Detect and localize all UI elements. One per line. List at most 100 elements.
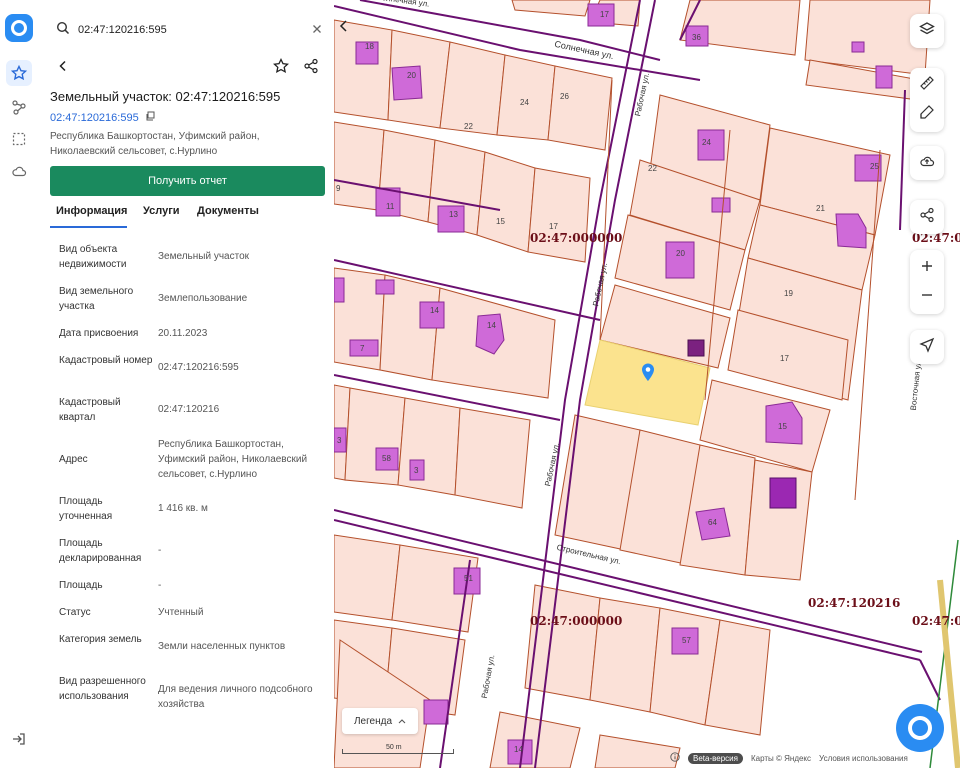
quarter-label: 02:47:0 xyxy=(912,614,960,628)
left-rail xyxy=(0,0,39,768)
property-key: Площадь xyxy=(59,580,103,591)
lot-number: 17 xyxy=(600,10,609,19)
ruler-icon[interactable] xyxy=(919,75,935,96)
upload-button[interactable] xyxy=(910,146,944,180)
lot-number: 36 xyxy=(692,33,701,42)
lot-number: 25 xyxy=(870,162,879,171)
zoom-in-icon[interactable] xyxy=(920,257,934,278)
copy-icon[interactable] xyxy=(145,111,155,124)
lot-number: 14 xyxy=(430,306,439,315)
chat-assistant-button[interactable] xyxy=(896,704,944,752)
my-location-button[interactable] xyxy=(910,330,944,364)
property-value: Для ведения личного подсобного хозяйства xyxy=(158,684,313,710)
draw-tools-group xyxy=(910,68,944,132)
upload-cloud-icon xyxy=(919,153,935,174)
lot-number: 20 xyxy=(407,71,416,80)
active-tab-indicator xyxy=(50,226,127,228)
chevron-up-icon xyxy=(398,716,406,727)
property-key: Площадь уточненная xyxy=(59,496,113,522)
property-key: Вид земельного участка xyxy=(59,286,134,312)
property-value: - xyxy=(158,580,162,591)
lot-number: 3 xyxy=(414,466,419,475)
zoom-out-icon[interactable] xyxy=(920,286,934,307)
navigation-arrow-icon xyxy=(919,337,935,358)
layers-icon xyxy=(919,21,935,42)
property-key: Кадастровый квартал xyxy=(59,397,121,423)
beta-badge: Beta-версия xyxy=(688,752,743,764)
lot-number: 17 xyxy=(549,222,558,231)
lot-number: 13 xyxy=(449,210,458,219)
logout-icon[interactable] xyxy=(6,726,32,752)
map-canvas[interactable] xyxy=(334,0,960,768)
property-key: Дата присвоения xyxy=(59,328,139,339)
property-key: Статус xyxy=(59,607,91,618)
tab-services[interactable]: Услуги xyxy=(143,205,180,217)
favorites-star-icon[interactable] xyxy=(6,60,32,86)
share-icon[interactable] xyxy=(300,55,322,77)
cadastral-number-link[interactable]: 02:47:120216:595 xyxy=(50,111,155,124)
collapse-panel-button[interactable] xyxy=(334,14,354,38)
app-logo-icon[interactable] xyxy=(5,14,33,42)
property-value: 02:47:120216 xyxy=(158,404,220,415)
cadastral-map[interactable]: Солнечная ул. Солнечная ул. Рабочая ул. … xyxy=(334,0,960,768)
cloud-icon[interactable] xyxy=(6,158,32,184)
clear-search-icon[interactable] xyxy=(312,21,322,39)
chat-logo-icon xyxy=(908,716,932,740)
favorite-star-icon[interactable] xyxy=(270,55,292,77)
lot-number: 22 xyxy=(648,164,657,173)
lot-number: 57 xyxy=(682,636,691,645)
map-share-button[interactable] xyxy=(910,200,944,234)
cadastral-number-text[interactable]: 02:47:120216:595 xyxy=(50,112,139,124)
property-value: Земельный участок xyxy=(158,251,250,262)
tab-information[interactable]: Информация xyxy=(56,205,127,217)
lot-number: 64 xyxy=(708,518,717,527)
edit-icon[interactable] xyxy=(919,104,935,125)
property-value: - xyxy=(158,545,162,556)
property-key: Площадь декларированная xyxy=(59,538,142,564)
info-panel: Земельный участок: 02:47:120216:595 02:4… xyxy=(38,0,334,768)
tab-bar: Информация Услуги Документы xyxy=(50,205,326,228)
lot-number: 11 xyxy=(386,202,395,211)
share-icon xyxy=(919,207,935,228)
property-key: Вид объекта недвижимости xyxy=(59,244,127,270)
search-box xyxy=(50,14,326,46)
search-input[interactable] xyxy=(76,23,280,37)
lot-number: 22 xyxy=(464,122,473,131)
lot-number: 58 xyxy=(382,454,391,463)
map-attribution: Beta-версия Карты © Яндекс Условия испол… xyxy=(670,751,908,765)
select-area-icon[interactable] xyxy=(6,126,32,152)
attribution-terms[interactable]: Условия использования xyxy=(819,754,908,763)
back-button[interactable] xyxy=(52,55,74,77)
lot-number: 24 xyxy=(520,98,529,107)
property-key: Вид разрешенного использования xyxy=(59,676,146,702)
attribution-maps[interactable]: Карты © Яндекс xyxy=(751,754,811,763)
property-key: Адрес xyxy=(59,454,88,465)
property-key: Кадастровый номер xyxy=(59,355,153,366)
scale-label: 50 m xyxy=(386,744,402,751)
property-value: Республика Башкортостан, Уфимский район,… xyxy=(158,439,308,480)
lot-number: 19 xyxy=(784,289,793,298)
property-value: 1 416 кв. м xyxy=(158,503,208,514)
property-value: Учтенный xyxy=(158,607,204,618)
lot-number: 21 xyxy=(816,204,825,213)
lot-number: 14 xyxy=(514,745,523,754)
lot-number: 18 xyxy=(365,42,374,51)
lot-number: 7 xyxy=(360,344,365,353)
page-title: Земельный участок: 02:47:120216:595 xyxy=(50,89,281,104)
zoom-controls xyxy=(910,250,944,314)
property-key: Категория земель xyxy=(59,634,142,645)
legend-button[interactable]: Легенда xyxy=(342,708,418,734)
layers-button[interactable] xyxy=(910,14,944,48)
info-icon[interactable] xyxy=(670,752,680,764)
lot-number: 3 xyxy=(337,436,342,445)
quarter-label: 02:47:120216 xyxy=(808,596,901,610)
search-icon xyxy=(56,21,70,40)
property-value: 20.11.2023 xyxy=(158,328,208,339)
route-icon[interactable] xyxy=(6,94,32,120)
lot-number: 14 xyxy=(487,321,496,330)
lot-number: 20 xyxy=(676,249,685,258)
tab-documents[interactable]: Документы xyxy=(197,205,259,217)
lot-number: 15 xyxy=(496,217,505,226)
get-report-button[interactable]: Получить отчет xyxy=(50,166,325,196)
lot-number: 24 xyxy=(702,138,711,147)
